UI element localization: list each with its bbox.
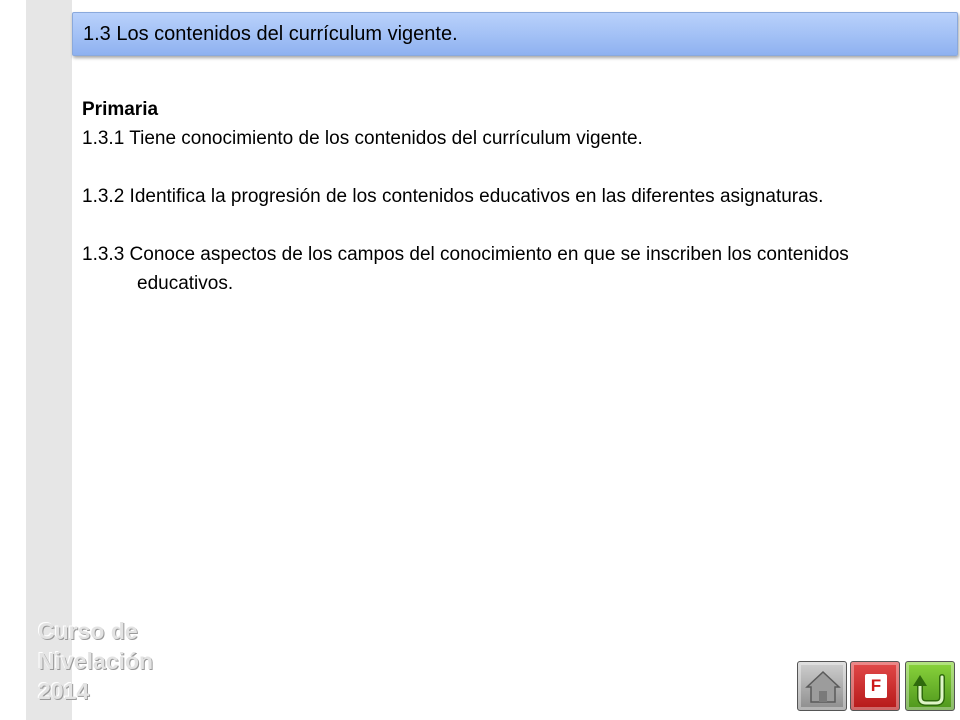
home-icon — [805, 670, 841, 703]
home-button[interactable] — [797, 661, 847, 711]
list-item: 1.3.3 Conoce aspectos de los campos del … — [82, 244, 849, 294]
f-button[interactable]: F — [850, 661, 900, 711]
watermark-line: 2014 — [38, 678, 90, 704]
left-side-band — [26, 0, 72, 720]
u-turn-back-icon — [913, 674, 945, 706]
watermark-line: Curso de — [38, 618, 138, 644]
f-label: F — [865, 674, 887, 698]
slide-content: Primaria 1.3.1 Tiene conocimiento de los… — [82, 95, 942, 298]
course-watermark: Curso de Nivelación 2014 — [38, 616, 153, 706]
list-item: 1.3.1 Tiene conocimiento de los contenid… — [82, 128, 643, 149]
slide-title-bar: 1.3 Los contenidos del currículum vigent… — [72, 12, 958, 56]
slide-title: 1.3 Los contenidos del currículum vigent… — [83, 23, 458, 45]
section-heading: Primaria — [82, 99, 159, 120]
back-button[interactable] — [905, 661, 955, 711]
list-item: 1.3.2 Identifica la progresión de los co… — [82, 186, 824, 207]
watermark-line: Nivelación — [38, 648, 154, 674]
